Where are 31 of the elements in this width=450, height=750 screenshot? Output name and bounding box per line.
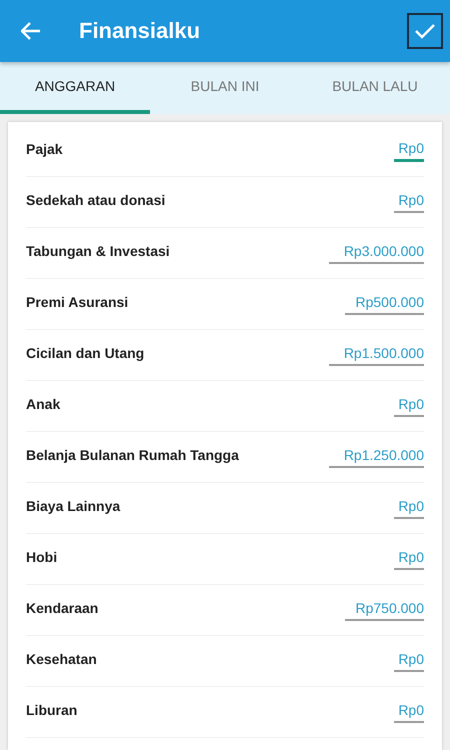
budget-label: Cicilan dan Utang <box>26 345 144 363</box>
checkmark-icon <box>415 23 435 39</box>
budget-label: Belanja Bulanan Rumah Tangga <box>26 447 239 465</box>
amount-field[interactable]: Rp500.000 <box>345 294 424 314</box>
amount-field[interactable]: Rp3.000.000 <box>328 242 424 264</box>
amount-field[interactable]: Rp0 <box>394 548 424 570</box>
amount-field[interactable]: Rp0 <box>394 650 424 672</box>
amount-field[interactable]: Rp1.250.000 <box>328 446 424 468</box>
amount-field[interactable]: Rp0 <box>394 140 424 162</box>
budget-label: Sedekah atau donasi <box>26 192 166 210</box>
amount-field[interactable]: Rp0 <box>394 396 424 416</box>
tab[interactable]: BULAN LALU <box>300 62 450 114</box>
app-title: Finansialku <box>79 18 202 44</box>
budget-label: Hobi <box>26 549 58 567</box>
amount-field[interactable]: Rp0 <box>394 498 424 518</box>
budget-label: Liburan <box>26 702 78 720</box>
back-arrow-icon <box>21 22 41 40</box>
tab[interactable]: ANGGARAN <box>0 62 150 114</box>
budget-label: Anak <box>26 396 60 414</box>
budget-label: Tabungan & Investasi <box>26 243 170 261</box>
budget-label: Kendaraan <box>26 600 98 618</box>
budget-label: Pajak <box>26 141 63 159</box>
tab[interactable]: BULAN INI <box>150 62 300 114</box>
budget-label: Premi Asuransi <box>26 294 128 312</box>
amount-field[interactable]: Rp0 <box>394 192 424 212</box>
amount-field[interactable]: Rp0 <box>394 702 424 722</box>
budget-label: Biaya Lainnya <box>26 498 120 516</box>
amount-field[interactable]: Rp1.500.000 <box>328 344 424 366</box>
budget-label: Kesehatan <box>26 651 97 669</box>
confirm-button[interactable] <box>407 13 443 49</box>
amount-field[interactable]: Rp750.000 <box>345 600 424 620</box>
